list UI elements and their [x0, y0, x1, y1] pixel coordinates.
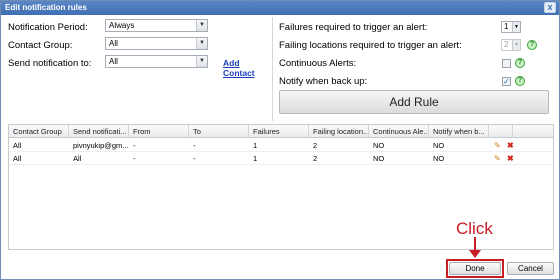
grid-header: Contact Group Send notificati... From To… [9, 125, 553, 138]
table-cell: NO [433, 154, 445, 163]
table-cell: - [193, 141, 196, 150]
column-divider [272, 17, 273, 121]
table-cell: All [73, 154, 82, 163]
column-header[interactable]: Continuous Ale... [369, 125, 429, 138]
failing-locations-value: 2 [504, 40, 509, 49]
failing-locations-row: Failing locations required to trigger an… [279, 37, 551, 55]
table-cell: - [133, 154, 136, 163]
table-row[interactable]: All pivnyukip@gm... - - 1 2 NO NO ✎ ✖ [9, 139, 553, 152]
pencil-icon[interactable]: ✎ [494, 139, 506, 152]
done-highlight-box [446, 259, 504, 278]
table-cell: All [13, 154, 22, 163]
chevron-down-icon: ▼ [512, 22, 520, 32]
help-icon[interactable]: ? [515, 58, 525, 68]
form-left-column: Notification Period: Always ▼ Contact Gr… [8, 19, 270, 78]
table-cell: NO [373, 154, 385, 163]
send-to-select[interactable]: All ▼ [105, 55, 208, 68]
help-icon[interactable]: ? [527, 40, 537, 50]
continuous-alerts-checkbox[interactable] [502, 59, 511, 68]
continuous-alerts-label: Continuous Alerts: [279, 58, 357, 69]
form-right-column: Failures required to trigger an alert: 1… [279, 19, 551, 91]
close-icon[interactable]: x [544, 2, 556, 13]
column-header[interactable]: To [189, 125, 249, 138]
table-cell: 2 [313, 154, 318, 163]
notify-back-up-row: Notify when back up: ✓ ? [279, 73, 551, 91]
notification-period-value: Always [109, 21, 135, 30]
send-to-label: Send notification to: [8, 58, 92, 69]
chevron-down-icon: ▼ [512, 40, 520, 50]
delete-glyph: ✖ [507, 141, 514, 150]
click-annotation-text: Click [456, 219, 493, 238]
delete-glyph: ✖ [507, 154, 514, 163]
table-cell: All [13, 141, 22, 150]
chevron-down-icon: ▼ [196, 20, 207, 31]
failures-value: 1 [504, 22, 509, 31]
edit-notification-rules-dialog: Edit notification rules x Notification P… [0, 0, 560, 280]
send-to-value: All [109, 57, 118, 66]
edit-glyph: ✎ [494, 154, 501, 163]
notification-period-select[interactable]: Always ▼ [105, 19, 208, 32]
notify-back-up-label: Notify when back up: [279, 76, 368, 87]
table-cell: 1 [253, 154, 258, 163]
table-cell: 1 [253, 141, 258, 150]
dialog-title: Edit notification rules [5, 3, 87, 12]
send-to-row: Send notification to: All ▼ Add Contact [8, 55, 270, 78]
table-row[interactable]: All All - - 1 2 NO NO ✎ ✖ [9, 152, 553, 165]
table-cell: 2 [313, 141, 318, 150]
notify-back-up-checkbox[interactable]: ✓ [502, 77, 511, 86]
contact-group-row: Contact Group: All ▼ [8, 37, 270, 55]
table-cell: pivnyukip@gm... [73, 141, 129, 150]
column-header[interactable]: Send notificati... [69, 125, 129, 138]
continuous-alerts-row: Continuous Alerts: ? [279, 55, 551, 73]
column-header[interactable]: Failures [249, 125, 309, 138]
dialog-titlebar: Edit notification rules x [1, 1, 559, 15]
column-header[interactable]: Failing location... [309, 125, 369, 138]
failures-select[interactable]: 1 ▼ [501, 21, 521, 33]
failures-row: Failures required to trigger an alert: 1… [279, 19, 551, 37]
column-header[interactable]: Notify when b... [429, 125, 489, 138]
edit-glyph: ✎ [494, 141, 501, 150]
notification-period-row: Notification Period: Always ▼ [8, 19, 270, 37]
pencil-icon[interactable]: ✎ [494, 152, 506, 165]
contact-group-label: Contact Group: [8, 40, 73, 51]
add-contact-link[interactable]: Add Contact [223, 58, 270, 78]
table-cell: NO [433, 141, 445, 150]
failing-locations-label: Failing locations required to trigger an… [279, 40, 462, 51]
contact-group-select[interactable]: All ▼ [105, 37, 208, 50]
failures-label: Failures required to trigger an alert: [279, 22, 428, 33]
delete-icon[interactable]: ✖ [507, 152, 519, 165]
delete-icon[interactable]: ✖ [507, 139, 519, 152]
column-header[interactable]: From [129, 125, 189, 138]
column-header-actions [489, 125, 513, 138]
chevron-down-icon: ▼ [196, 56, 207, 67]
contact-group-value: All [109, 39, 118, 48]
notification-period-label: Notification Period: [8, 22, 88, 33]
failing-locations-select[interactable]: 2 ▼ [501, 39, 521, 51]
column-header[interactable]: Contact Group [9, 125, 69, 138]
add-rule-button[interactable]: Add Rule [279, 90, 549, 114]
table-cell: - [133, 141, 136, 150]
table-cell: - [193, 154, 196, 163]
chevron-down-icon: ▼ [196, 38, 207, 49]
arrow-down-icon [469, 237, 481, 258]
help-icon[interactable]: ? [515, 76, 525, 86]
table-cell: NO [373, 141, 385, 150]
cancel-button[interactable]: Cancel [507, 262, 554, 275]
